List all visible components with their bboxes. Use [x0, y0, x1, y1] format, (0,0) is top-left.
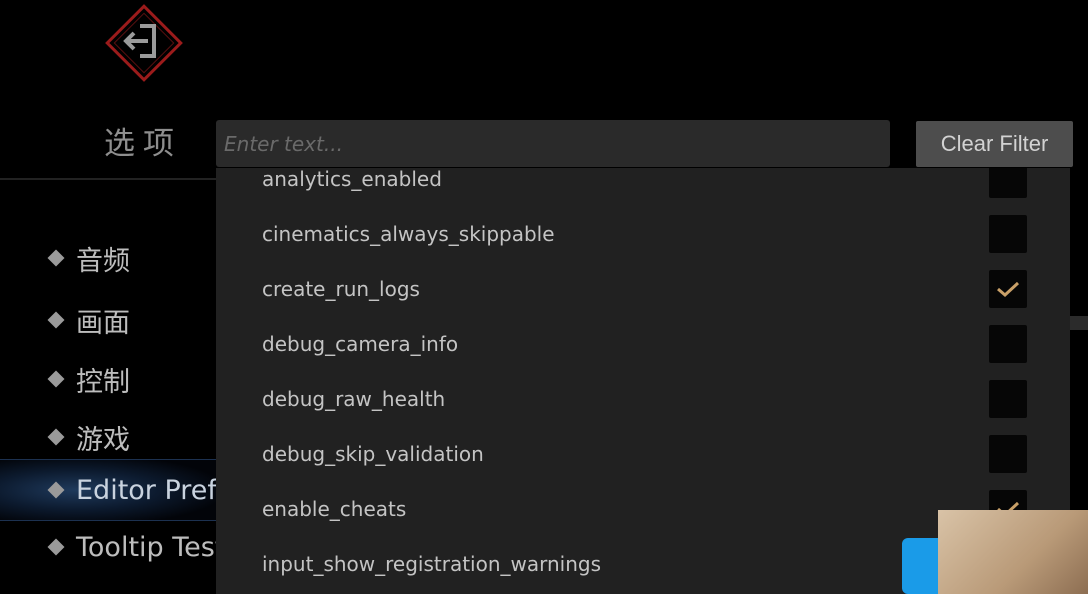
- pref-name: create_run_logs: [262, 276, 420, 301]
- pref-name: debug_camera_info: [262, 331, 459, 356]
- sidebar-item-editor-prefs[interactable]: Editor Prefs: [0, 459, 231, 521]
- pref-row: analytics_enabled: [216, 168, 1070, 206]
- sidebar-item-video[interactable]: 画面: [0, 295, 216, 345]
- pref-row: cinematics_always_skippable: [216, 206, 1070, 261]
- pref-checkbox[interactable]: [989, 168, 1027, 198]
- pref-name: enable_cheats: [262, 496, 407, 521]
- pref-name: debug_raw_health: [262, 386, 446, 411]
- sidebar-item-audio[interactable]: 音频: [0, 233, 216, 283]
- checkmark-icon: [997, 281, 1020, 297]
- sidebar-item-label: Editor Prefs: [76, 474, 231, 506]
- exit-arrow-icon: [105, 4, 183, 82]
- watermark-overlay: [902, 510, 1088, 594]
- pref-row: debug_skip_validation: [216, 426, 1070, 481]
- sidebar-item-tooltip-test[interactable]: Tooltip Test: [0, 522, 225, 572]
- sidebar-item-gameplay[interactable]: 游戏: [0, 412, 216, 462]
- pref-row: create_run_logs: [216, 261, 1070, 316]
- pref-checkbox[interactable]: [989, 434, 1027, 473]
- diamond-bullet-icon: [47, 538, 65, 556]
- sidebar-item-label: 控制: [76, 366, 130, 398]
- header-divider: [0, 178, 216, 180]
- page-title: 选项: [104, 126, 182, 162]
- pref-name: cinematics_always_skippable: [262, 221, 555, 246]
- diamond-bullet-icon: [47, 370, 65, 388]
- sidebar-item-label: 画面: [76, 307, 130, 339]
- pref-checkbox[interactable]: [989, 379, 1027, 418]
- pref-checkbox[interactable]: [989, 324, 1027, 363]
- pref-row: debug_camera_info: [216, 316, 1070, 371]
- clear-filter-button[interactable]: Clear Filter: [916, 121, 1073, 167]
- watermark-image: [938, 510, 1088, 594]
- diamond-bullet-icon: [47, 481, 65, 499]
- scrollbar-thumb[interactable]: [1070, 316, 1088, 330]
- diamond-bullet-icon: [47, 249, 65, 267]
- pref-checkbox[interactable]: [989, 269, 1027, 308]
- pref-row: debug_raw_health: [216, 371, 1070, 426]
- filter-input[interactable]: [216, 120, 890, 167]
- sidebar-item-controls[interactable]: 控制: [0, 354, 216, 404]
- sidebar-item-label: 音频: [76, 245, 130, 277]
- diamond-bullet-icon: [47, 311, 65, 329]
- pref-name: analytics_enabled: [262, 168, 442, 191]
- pref-checkbox[interactable]: [989, 214, 1027, 253]
- sidebar-item-label: 游戏: [76, 424, 130, 456]
- sidebar-item-label: Tooltip Test: [76, 531, 226, 563]
- pref-name: debug_skip_validation: [262, 441, 484, 466]
- back-button[interactable]: [104, 3, 184, 83]
- diamond-bullet-icon: [47, 428, 65, 446]
- pref-name: input_show_registration_warnings: [262, 551, 602, 576]
